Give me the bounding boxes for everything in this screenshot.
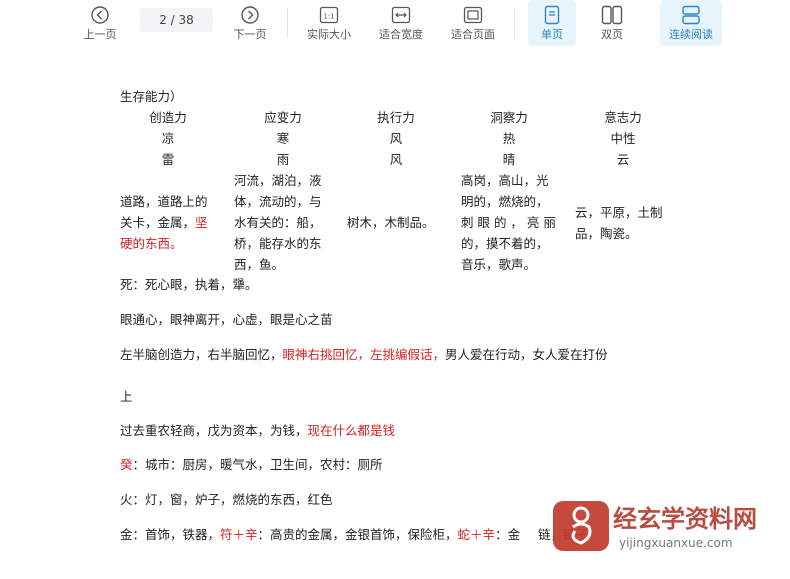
table-cell-text: 刺 眼 的 ， 亮 丽 bbox=[461, 215, 556, 230]
continuous-reading-icon bbox=[681, 2, 701, 28]
column-header: 执行力 bbox=[377, 110, 415, 125]
table-cell-text: 高岗，高山，光 bbox=[461, 173, 549, 188]
single-page-label: 单页 bbox=[541, 28, 563, 41]
body-line: 左半脑创造力，右半脑回忆，眼神右挑回忆，左挑编假话，男人爱在行动，女人爱在打份 bbox=[120, 347, 608, 362]
table-cell-text: 的，摸不着的， bbox=[461, 236, 549, 251]
table-cell-text: 硬的东西。 bbox=[120, 236, 183, 251]
column-header: 意志力 bbox=[604, 110, 642, 125]
watermark-logo-icon: 经玄学资料网 yijingxuanxue.com bbox=[553, 501, 757, 551]
double-page-label: 双页 bbox=[601, 28, 623, 41]
body-line: 火：灯，窗，炉子，燃烧的东西，红色 bbox=[120, 492, 333, 507]
table-cell-text: 西，鱼。 bbox=[234, 257, 285, 272]
svg-text:yijingxuanxue.com: yijingxuanxue.com bbox=[619, 536, 733, 550]
column-header: 洞察力 bbox=[490, 110, 528, 125]
continuous-reading-button[interactable]: 连续阅读 bbox=[660, 0, 722, 46]
fit-page-label: 适合页面 bbox=[451, 28, 495, 41]
fit-page-icon bbox=[463, 2, 483, 28]
section-heading: 生存能力） bbox=[120, 89, 183, 104]
table-cell: 云 bbox=[616, 152, 630, 167]
chevron-right-circle-icon bbox=[240, 2, 260, 28]
body-line: 死：死心眼，执着，犟。 bbox=[120, 277, 258, 292]
fit-page-button[interactable]: 适合页面 bbox=[446, 0, 500, 46]
body-line: 眼通心，眼神离开，心虚，眼是心之苗 bbox=[120, 312, 333, 327]
body-line: 金：首饰，铁器，符＋辛：高贵的金属，金银首饰，保险柜，蛇＋辛：金链，链子 bbox=[120, 527, 588, 542]
double-page-icon bbox=[601, 2, 623, 28]
table-cell-text: 音乐，歌声。 bbox=[461, 257, 537, 272]
body-line: 过去重农轻商，戊为资本，为钱，现在什么都是钱 bbox=[120, 423, 396, 438]
table-cell-text: 关卡，金属，坚 bbox=[120, 215, 208, 230]
table-cell-text: 品，陶瓷。 bbox=[575, 226, 638, 241]
next-page-button[interactable]: 下一页 bbox=[228, 0, 272, 46]
toolbar-divider bbox=[514, 8, 515, 38]
table-cell-text: 水有关的：船， bbox=[234, 215, 322, 230]
fit-width-label: 适合宽度 bbox=[379, 28, 423, 41]
table-cell-text: 云，平原，土制 bbox=[575, 205, 663, 220]
actual-size-icon: 1:1 bbox=[319, 2, 339, 28]
next-page-label: 下一页 bbox=[233, 28, 267, 41]
table-cell: 热 bbox=[502, 131, 516, 146]
table-cell-text: 体，流动的，与 bbox=[234, 194, 322, 209]
double-page-button[interactable]: 双页 bbox=[588, 0, 636, 46]
single-page-button[interactable]: 单页 bbox=[528, 0, 576, 46]
table-cell-text: 河流，湖泊，液 bbox=[234, 173, 322, 188]
column-header: 应变力 bbox=[264, 110, 302, 125]
toolbar-divider bbox=[287, 8, 288, 38]
table-cell-text: 道路，道路上的 bbox=[120, 194, 208, 209]
prev-page-button[interactable]: 上一页 bbox=[78, 0, 122, 46]
actual-size-label: 实际大小 bbox=[307, 28, 351, 41]
table-cell: 风 bbox=[389, 131, 403, 146]
svg-text:经玄学资料网: 经玄学资料网 bbox=[613, 505, 757, 533]
site-watermark: 经玄学资料网 yijingxuanxue.com bbox=[553, 497, 790, 555]
svg-text:1:1: 1:1 bbox=[323, 13, 334, 21]
actual-size-button[interactable]: 1:1 实际大小 bbox=[302, 0, 356, 46]
prev-page-label: 上一页 bbox=[83, 28, 117, 41]
table-cell: 雨 bbox=[276, 152, 290, 167]
table-cell-text: 树木，木制品。 bbox=[347, 215, 435, 230]
fit-width-button[interactable]: 适合宽度 bbox=[374, 0, 428, 46]
table-cell-text: 明的，燃烧的， bbox=[461, 194, 549, 209]
page-number-input[interactable]: 2 / 38 bbox=[140, 8, 213, 32]
fit-width-icon bbox=[391, 2, 411, 28]
body-line: 上 bbox=[120, 389, 133, 404]
continuous-reading-label: 连续阅读 bbox=[669, 28, 713, 41]
chevron-left-circle-icon bbox=[90, 2, 110, 28]
column-header: 创造力 bbox=[149, 110, 187, 125]
table-cell-text: 桥，能存水的东 bbox=[234, 236, 322, 251]
table-cell: 中性 bbox=[610, 131, 636, 146]
table-cell: 凉 bbox=[161, 131, 175, 146]
single-page-icon bbox=[544, 2, 560, 28]
table-cell: 晴 bbox=[502, 152, 516, 167]
table-cell: 雷 bbox=[161, 152, 175, 167]
body-line: 癸：城市：厨房，暖气水，卫生间，农村：厕所 bbox=[120, 457, 383, 472]
table-cell: 寒 bbox=[276, 131, 290, 146]
reader-toolbar: 上一页 2 / 38 下一页 1:1 实际大小 适合宽度 适合页面 单页 双页 … bbox=[0, 0, 790, 49]
table-cell: 风 bbox=[389, 152, 403, 167]
